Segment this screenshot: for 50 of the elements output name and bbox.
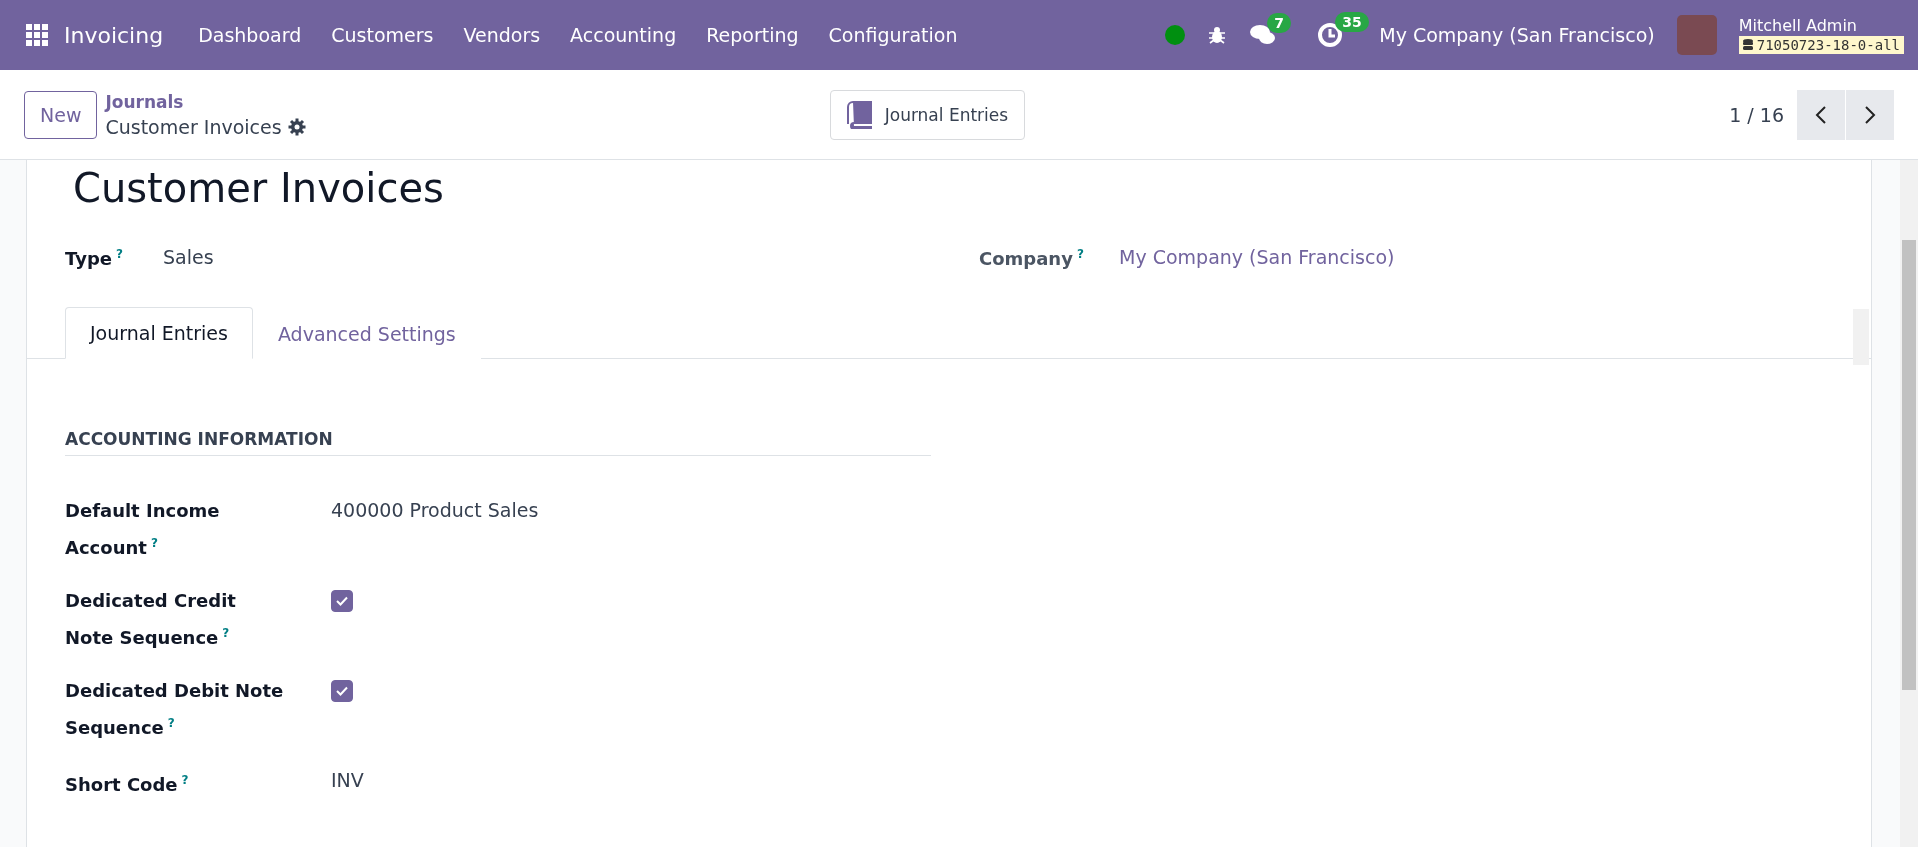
help-tooltip-icon[interactable]: ? [167, 716, 175, 730]
message-count-badge: 7 [1267, 13, 1291, 33]
field-label: Short Code $^{?}$ [65, 772, 190, 797]
user-name[interactable]: Mitchell Admin [1738, 16, 1904, 35]
apps-menu-icon[interactable] [26, 24, 48, 46]
field-label: Dedicated Debit Note Sequence $^{?}$ [65, 679, 285, 740]
field-value: Sales [163, 245, 214, 268]
help-tooltip-icon[interactable]: ? [1076, 247, 1084, 261]
database-icon [1742, 39, 1753, 51]
chevron-left-icon [1815, 104, 1827, 125]
menu-item[interactable]: Dashboard [183, 24, 317, 46]
page-scrollbar[interactable] [1900, 160, 1918, 847]
pager-value[interactable]: 1 / 16 [1729, 103, 1784, 126]
field-value: 400000 Product Sales [331, 499, 539, 521]
app-name[interactable]: Invoicing [64, 22, 164, 48]
activity-count-badge: 35 [1335, 12, 1369, 32]
status-dot-icon [1165, 25, 1186, 45]
section-heading: ACCOUNTING INFORMATION [65, 429, 931, 456]
checkbox[interactable] [331, 590, 353, 612]
checkmark-icon [336, 596, 348, 606]
field-value: INV [331, 769, 364, 791]
company-switcher[interactable]: My Company (San Francisco) [1379, 24, 1655, 46]
checkbox[interactable] [331, 680, 353, 702]
bug-icon[interactable] [1207, 25, 1228, 45]
new-button[interactable]: New [24, 90, 98, 139]
journal-entries-button[interactable]: Journal Entries [829, 89, 1026, 140]
menu-item[interactable]: Configuration [813, 24, 973, 46]
field-label: Type $^{?}$ [65, 246, 124, 271]
help-tooltip-icon[interactable]: ? [181, 773, 189, 787]
clock-icon[interactable] [1317, 22, 1344, 48]
breadcrumb-current: Customer Invoices [105, 115, 282, 138]
menu-item[interactable]: Customers [316, 24, 449, 46]
field-label: Company $^{?}$ [979, 246, 1085, 271]
menu-item[interactable]: Accounting [555, 24, 692, 46]
checkmark-icon [336, 686, 348, 696]
tab[interactable]: Journal Entries [65, 307, 253, 359]
field-label: Default Income Account $^{?}$ [65, 499, 221, 560]
database-name: 71050723-18-0-all [1738, 36, 1904, 54]
breadcrumb-link[interactable]: Journals [105, 91, 306, 112]
help-tooltip-icon[interactable]: ? [150, 536, 158, 550]
menu-item[interactable]: Reporting [691, 24, 814, 46]
book-icon [846, 100, 873, 129]
help-tooltip-icon[interactable]: ? [115, 247, 123, 261]
company-link[interactable]: My Company (San Francisco) [1119, 245, 1395, 268]
help-tooltip-icon[interactable]: ? [222, 626, 230, 640]
menu-item[interactable]: Vendors [448, 24, 556, 46]
field-label: Dedicated Credit Note Sequence $^{?}$ [65, 589, 237, 650]
tab-scrollbar[interactable] [1853, 309, 1869, 365]
record-title: Customer Invoices [72, 164, 445, 213]
chevron-right-icon [1864, 104, 1876, 125]
